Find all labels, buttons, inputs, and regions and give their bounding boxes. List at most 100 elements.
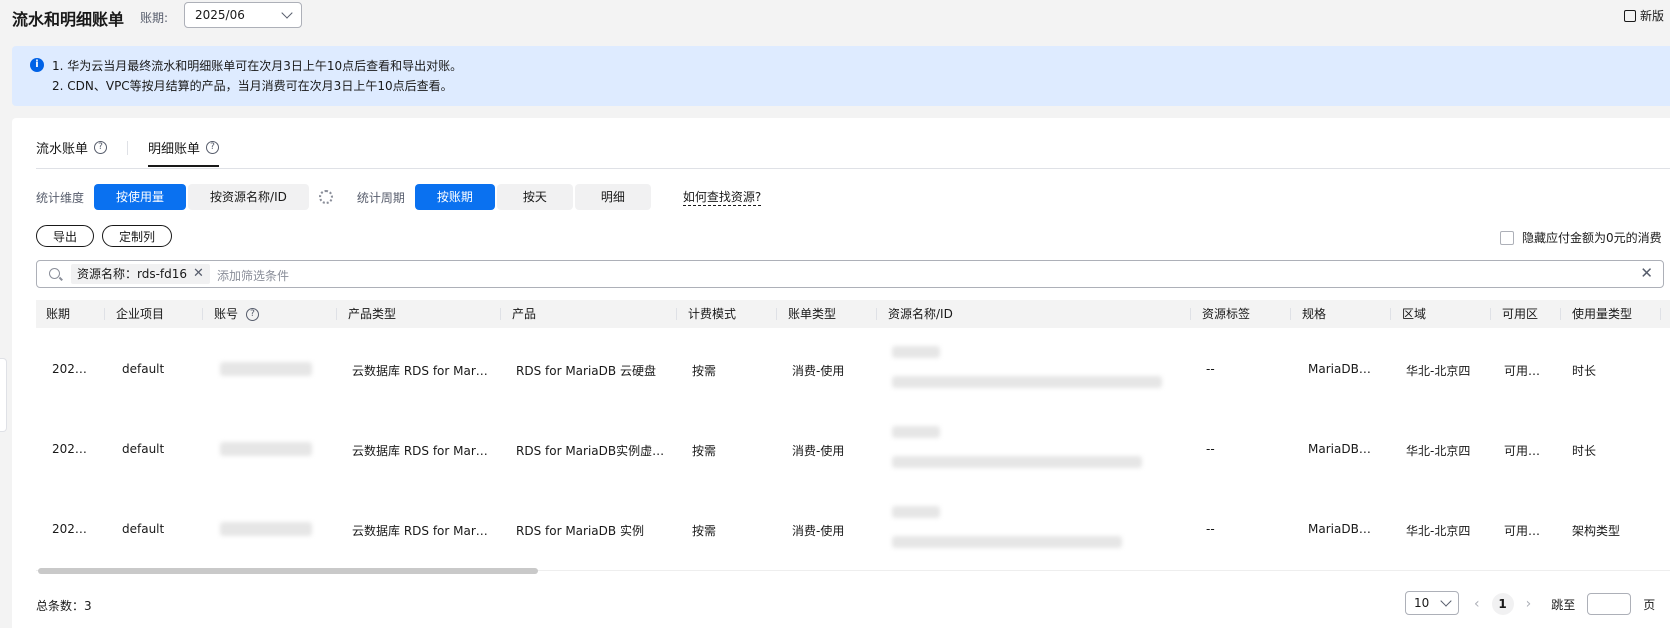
column-header-label: 账号 xyxy=(214,307,239,321)
cell-account-redacted xyxy=(220,522,312,536)
cell-bill-type: 消费-使用 xyxy=(792,524,845,538)
column-header: 产品类型 xyxy=(348,307,397,321)
cell-region: 华北-北京四 xyxy=(1406,524,1471,538)
cell-billing-mode: 按需 xyxy=(692,364,717,378)
cell-resource-id-redacted xyxy=(892,536,1122,548)
column-divider xyxy=(202,308,203,320)
cell-tags: -- xyxy=(1206,442,1215,456)
cell-period: 202… xyxy=(52,522,87,536)
new-version-link[interactable]: 新版 xyxy=(1624,7,1664,24)
cell-region: 华北-北京四 xyxy=(1406,444,1471,458)
find-resource-link[interactable]: 如何查找资源? xyxy=(682,188,762,206)
filter-search-bar[interactable]: 资源名称：rds-fd16 ✕ 添加筛选条件 ✕ xyxy=(36,260,1664,288)
switch-version-icon xyxy=(1624,9,1636,22)
hide-zero-option[interactable]: 隐藏应付金额为0元的消费 xyxy=(1500,229,1662,246)
search-icon xyxy=(49,268,60,279)
cell-spec: MariaDB|… xyxy=(1308,362,1374,376)
dimension-label: 统计维度 xyxy=(36,190,85,205)
cell-bill-type: 消费-使用 xyxy=(792,444,845,458)
cell-billing-mode: 按需 xyxy=(692,524,717,538)
export-button[interactable]: 导出 xyxy=(36,225,95,247)
cell-period: 202… xyxy=(52,362,87,376)
period-select[interactable]: 2025/06 xyxy=(184,2,302,28)
page-number-current[interactable]: 1 xyxy=(1491,593,1514,615)
dimension-by-resource[interactable]: 按资源名称/ID xyxy=(188,184,309,210)
column-header: 计费模式 xyxy=(688,307,737,321)
column-header: 产品 xyxy=(512,307,537,321)
column-divider xyxy=(1560,308,1561,320)
cell-usage-type: 时长 xyxy=(1572,364,1597,378)
cycle-detail[interactable]: 明细 xyxy=(574,184,651,210)
period-label: 账期: xyxy=(140,11,169,25)
cell-tags: -- xyxy=(1206,522,1215,536)
column-header: 区域 xyxy=(1402,307,1427,321)
filter-row: 统计维度 按使用量 按资源名称/ID 统计周期 按账期 按天 明细 如何查找资源… xyxy=(36,184,762,210)
cell-product: RDS for MariaDB 实例 xyxy=(516,524,644,538)
dimension-segment: 按使用量 按资源名称/ID xyxy=(94,184,309,210)
table-header: 账期 企业项目 账号 ? 产品类型 产品 计费模式 账单类型 资源名称/ID 资… xyxy=(36,300,1670,328)
cell-tags: -- xyxy=(1206,362,1215,376)
custom-columns-button[interactable]: 定制列 xyxy=(102,225,173,247)
cell-usage-type: 架构类型 xyxy=(1572,524,1621,538)
info-icon: i xyxy=(30,58,44,72)
cycle-by-day[interactable]: 按天 xyxy=(496,184,573,210)
cell-az: 可用… xyxy=(1504,444,1541,458)
column-header: 资源名称/ID xyxy=(888,307,953,321)
page-size-value: 10 xyxy=(1414,596,1430,610)
cell-account-redacted xyxy=(220,362,312,376)
cell-period: 202… xyxy=(52,442,87,456)
cell-az: 可用… xyxy=(1504,524,1541,538)
tab-flow-bill[interactable]: 流水账单 ? xyxy=(36,138,108,167)
column-header: 资源标签 xyxy=(1202,307,1251,321)
help-icon[interactable]: ? xyxy=(246,307,260,321)
column-header: 账单类型 xyxy=(788,307,837,321)
dimension-by-usage[interactable]: 按使用量 xyxy=(94,184,187,210)
column-divider xyxy=(1490,308,1491,320)
column-header: 规格 xyxy=(1302,307,1327,321)
tab-detail-bill[interactable]: 明细账单 ? xyxy=(148,138,220,167)
tabs-divider xyxy=(36,168,1670,169)
cell-account-redacted xyxy=(220,442,312,456)
search-input[interactable]: 添加筛选条件 xyxy=(217,267,289,284)
column-divider xyxy=(776,308,777,320)
cell-az: 可用… xyxy=(1504,364,1541,378)
clear-icon[interactable]: ✕ xyxy=(1640,264,1653,282)
bill-tabs: 流水账单 ? 明细账单 ? xyxy=(36,138,220,167)
cell-resource-name-redacted xyxy=(892,426,940,438)
cell-product-type: 云数据库 RDS for Mar… xyxy=(352,364,488,378)
filter-tag: 资源名称：rds-fd16 ✕ xyxy=(71,264,210,284)
jump-page-input[interactable] xyxy=(1587,593,1632,615)
cell-billing-mode: 按需 xyxy=(692,444,717,458)
column-divider xyxy=(676,308,677,320)
column-divider xyxy=(1660,308,1661,320)
cell-product-type: 云数据库 RDS for Mar… xyxy=(352,444,488,458)
column-divider xyxy=(876,308,877,320)
side-collapse-handle[interactable] xyxy=(0,358,7,432)
total-count: 总条数：3 xyxy=(36,599,92,613)
cell-region: 华北-北京四 xyxy=(1406,364,1471,378)
help-icon[interactable]: ? xyxy=(206,141,220,154)
column-divider xyxy=(1390,308,1391,320)
page-title: 流水和明细账单 xyxy=(12,10,125,29)
page-size-select[interactable]: 10 xyxy=(1405,591,1459,615)
column-header: 可用区 xyxy=(1502,307,1539,321)
help-icon[interactable]: ? xyxy=(94,141,108,154)
cell-bill-type: 消费-使用 xyxy=(792,364,845,378)
cell-usage-type: 时长 xyxy=(1572,444,1597,458)
cell-product: RDS for MariaDB实例虚… xyxy=(516,444,665,458)
pagination: ‹ 1 › 跳至 页 xyxy=(1474,593,1655,615)
table-row: 202… default 云数据库 RDS for Mar… RDS for M… xyxy=(36,330,1670,411)
cell-product: RDS for MariaDB 云硬盘 xyxy=(516,364,656,378)
table-row: 202… default 云数据库 RDS for Mar… RDS for M… xyxy=(36,410,1670,491)
jump-label: 跳至 xyxy=(1551,597,1576,612)
close-icon[interactable]: ✕ xyxy=(193,264,204,284)
column-divider xyxy=(500,308,501,320)
notice-line-1: 1. 华为云当月最终流水和明细账单可在次月3日上午10点后查看和导出对账。 xyxy=(52,59,463,73)
cycle-by-period[interactable]: 按账期 xyxy=(414,184,495,210)
hide-zero-checkbox[interactable] xyxy=(1500,230,1514,245)
next-page-icon[interactable]: › xyxy=(1526,596,1532,612)
gear-icon[interactable] xyxy=(318,190,333,204)
prev-page-icon[interactable]: ‹ xyxy=(1474,596,1480,612)
new-version-label: 新版 xyxy=(1640,9,1665,23)
horizontal-scrollbar[interactable] xyxy=(38,568,538,574)
